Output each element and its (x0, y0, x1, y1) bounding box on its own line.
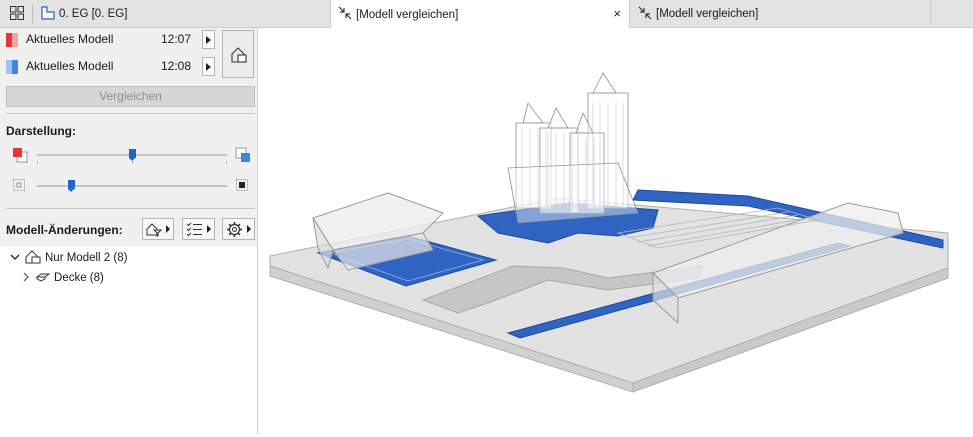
display-slider-1-thumb[interactable] (128, 149, 136, 161)
settings-button[interactable] (222, 218, 255, 240)
divider (6, 208, 255, 209)
caret-icon (166, 225, 170, 233)
tab-bar: 0. EG [0. EG] [Modell vergleichen] × [Mo… (0, 0, 973, 29)
model-changes-label: Modell-Änderungen: (6, 223, 123, 237)
caret-icon (207, 225, 211, 233)
caret-icon (247, 225, 251, 233)
compare-button[interactable]: Vergleichen (6, 86, 255, 107)
model-row-2: Aktuelles Modell 12:08 (0, 55, 220, 79)
chevron-down-icon[interactable] (10, 252, 20, 265)
display-slider-row-2 (0, 176, 258, 196)
swap-models-icon (230, 46, 248, 67)
tree-item-only-model-2[interactable]: Nur Modell 2 (8) (10, 249, 127, 267)
tree-item-slab[interactable]: Decke (8) (22, 269, 104, 287)
swap-models-button[interactable] (222, 30, 254, 78)
slab-icon (35, 272, 51, 285)
tab-divider (32, 5, 33, 23)
changes-tree: Nur Modell 2 (8) Decke (8) (0, 247, 257, 434)
3d-model-render (269, 72, 949, 393)
tab-compare-label: [Modell vergleichen] (356, 8, 459, 21)
transparent-square-icon (13, 179, 25, 194)
model-2-select-button[interactable] (202, 57, 215, 76)
compare-arrows-icon (338, 6, 352, 23)
display-slider-2-track[interactable] (37, 185, 227, 187)
tab-story[interactable]: 0. EG [0. EG] (0, 0, 330, 28)
floor-plan-icon (41, 5, 55, 23)
display-slider-2-thumb[interactable] (67, 180, 75, 192)
filter-changes-button[interactable] (142, 218, 174, 240)
display-slider-row-1 (0, 145, 258, 165)
tab-compare-secondary[interactable]: [Modell vergleichen] (631, 0, 931, 28)
model-2-color-icon (235, 147, 251, 166)
model-1-color-icon (6, 33, 18, 47)
compare-panel: Aktuelles Modell 12:07 Aktuelles Modell … (0, 28, 258, 434)
model-2-time: 12:08 (161, 59, 192, 73)
model-1-time: 12:07 (161, 32, 192, 46)
tab-story-label: 0. EG [0. EG] (59, 8, 128, 20)
model-2-color-icon (6, 60, 18, 74)
model-row-1: Aktuelles Modell 12:07 (0, 28, 220, 52)
close-tab-icon[interactable]: × (613, 7, 621, 20)
compare-arrows-icon (638, 6, 652, 23)
tab-compare-secondary-label: [Modell vergleichen] (656, 8, 759, 20)
model-1-select-button[interactable] (202, 30, 215, 49)
model-2-name: Aktuelles Modell (26, 59, 114, 73)
slider-tick (37, 161, 38, 164)
opaque-square-icon (236, 179, 248, 194)
model-1-name: Aktuelles Modell (26, 32, 114, 46)
slider-tick (132, 161, 133, 164)
gear-icon (226, 221, 243, 241)
display-label: Darstellung: (6, 124, 77, 138)
view-grid-icon[interactable] (10, 5, 24, 23)
tab-compare-active[interactable]: [Modell vergleichen] × (330, 0, 630, 29)
model-house-icon (25, 249, 41, 267)
tree-item-label: Nur Modell 2 (8) (45, 252, 128, 264)
slider-tick (226, 161, 227, 164)
model-1-color-icon (12, 147, 28, 166)
3d-viewport[interactable] (258, 28, 973, 434)
list-options-button[interactable] (182, 218, 215, 240)
filter-icon (146, 221, 163, 240)
tree-item-label: Decke (8) (54, 272, 104, 284)
divider (6, 113, 255, 114)
checklist-icon (186, 222, 203, 240)
chevron-right-icon[interactable] (22, 272, 30, 285)
